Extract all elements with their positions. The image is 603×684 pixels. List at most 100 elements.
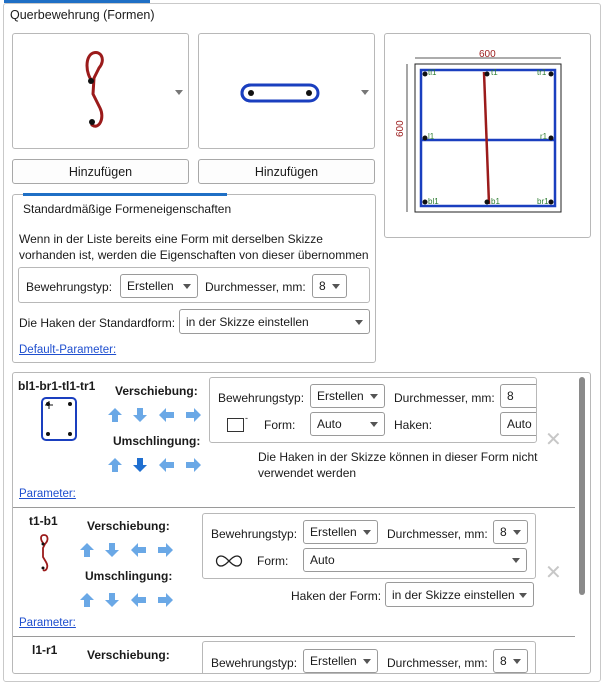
label-r1: r1	[540, 132, 548, 141]
s-hook-shape-icon	[85, 50, 104, 128]
standard-hook-select[interactable]: in der Skizze einstellen	[179, 309, 370, 334]
add-shape-2-button[interactable]: Hinzufügen	[198, 159, 375, 184]
item-2-type-select[interactable]: Erstellen	[303, 520, 378, 544]
item-2-form-label: Form:	[257, 554, 289, 568]
label-tl1: tl1	[428, 68, 437, 77]
item-3-type-value: Erstellen	[310, 654, 357, 668]
chevron-down-icon	[332, 284, 340, 289]
item-3-diameter-label: Durchmesser, mm:	[387, 656, 488, 670]
standard-type-label: Bewehrungstyp:	[26, 280, 113, 294]
dim-left-label: 600	[395, 120, 406, 137]
item-3-type-select[interactable]: Erstellen	[303, 649, 378, 673]
item-2-title: t1-b1	[29, 514, 58, 528]
item-2-wrap-label: Umschlingung:	[85, 569, 173, 583]
label-br1: br1	[537, 197, 549, 206]
chevron-down-icon	[363, 530, 371, 535]
default-parameters-link[interactable]: Default-Parameter:	[19, 344, 116, 356]
label-t1: t1	[491, 68, 498, 77]
shape-picker-s-hook[interactable]	[12, 33, 189, 149]
panel-title: Querbewehrung (Formen)	[10, 8, 155, 22]
item-1-type-select[interactable]: Erstellen	[310, 384, 385, 408]
standard-hook-value: in der Skizze einstellen	[186, 314, 309, 329]
item-1-note-line-2: verwendet werden	[258, 466, 357, 480]
standard-tab-label: Standardmäßige Formeneigenschaften	[23, 202, 232, 216]
item-2-shift-arrows	[80, 543, 173, 557]
item-1-shift-arrows	[108, 408, 201, 422]
standard-diameter-select[interactable]: 8	[312, 274, 347, 298]
item-3-shift-label: Verschiebung:	[87, 648, 170, 662]
standard-tab-accent	[23, 193, 227, 196]
shape-picker-closed-loop[interactable]	[198, 33, 375, 149]
standard-info-line-1: Wenn in der Liste bereits eine Form mit …	[19, 232, 323, 246]
item-2-delete-icon[interactable]: ✕	[545, 563, 562, 583]
chevron-down-icon	[183, 284, 191, 289]
item-3-diameter-select[interactable]: 8	[493, 649, 528, 673]
chevron-down-icon	[513, 530, 521, 535]
chevron-down-icon	[519, 592, 527, 598]
item-1-form-label: Form:	[264, 418, 296, 432]
form-preview-mark: -	[245, 413, 248, 423]
item-1-wrap-label: Umschlingung:	[113, 434, 201, 448]
item-1-hooks-label: Haken:	[394, 418, 433, 432]
dim-top-label: 600	[479, 49, 496, 60]
label-b1: b1	[491, 197, 500, 206]
s-hook-small-icon	[40, 534, 49, 572]
item-2-diameter-label: Durchmesser, mm:	[387, 527, 488, 541]
standard-info-line-2: vorhanden ist, werden die Eigenschaften …	[19, 248, 369, 262]
chevron-down-icon	[370, 422, 378, 427]
standard-diameter-value: 8	[319, 279, 326, 293]
chevron-down-icon	[370, 394, 378, 399]
item-1-form-value: Auto	[317, 417, 342, 431]
item-3-diameter-value: 8	[500, 654, 507, 668]
closed-stirrup-icon	[41, 397, 77, 441]
standard-hook-label: Die Haken der Standardform:	[19, 316, 176, 330]
standard-diameter-label: Durchmesser, mm:	[205, 280, 306, 294]
item-1-type-label: Bewehrungstyp:	[218, 391, 305, 405]
item-2-parameters-link[interactable]: Parameter:	[19, 617, 76, 629]
add-shape-1-button[interactable]: Hinzufügen	[12, 159, 189, 184]
item-1-hooks-select[interactable]: Auto	[500, 412, 536, 436]
item-2-diameter-value: 8	[500, 525, 507, 539]
item-2-wrap-arrows	[80, 593, 173, 607]
item-1-wrap-arrows	[108, 458, 201, 472]
item-2-form-select[interactable]: Auto	[303, 548, 527, 572]
chevron-down-icon	[363, 659, 371, 664]
item-separator	[13, 636, 575, 637]
item-1-diameter-select[interactable]: 8	[500, 384, 536, 408]
item-3-type-label: Bewehrungstyp:	[211, 656, 298, 670]
list-scrollbar-thumb[interactable]	[579, 377, 585, 595]
closed-loop-shape-icon	[240, 83, 320, 103]
item-1-title: bl1-br1-tl1-tr1	[18, 379, 96, 393]
chevron-down-icon	[355, 319, 363, 325]
item-1-delete-icon[interactable]: ✕	[545, 430, 562, 450]
standard-type-value: Erstellen	[127, 279, 174, 293]
standard-type-select[interactable]: Erstellen	[120, 274, 198, 298]
item-1-hooks-value: Auto	[507, 417, 532, 431]
shape-picker-1-chevron-down-icon[interactable]	[175, 90, 183, 95]
item-2-hook-form-value: in der Skizze einstellen	[392, 587, 515, 602]
item-2-form-value: Auto	[310, 553, 335, 567]
item-1-form-select[interactable]: Auto	[310, 412, 385, 436]
shape-list[interactable]: bl1-br1-tl1-tr1 Verschiebung: Umschlingu…	[12, 372, 591, 674]
item-2-shift-label: Verschiebung:	[87, 519, 170, 533]
item-1-type-value: Erstellen	[317, 389, 364, 403]
chevron-down-icon	[513, 659, 521, 664]
item-3-title: l1-r1	[32, 643, 58, 657]
loop-form-icon	[215, 555, 243, 567]
chevron-down-icon	[512, 558, 520, 563]
item-2-diameter-select[interactable]: 8	[493, 520, 528, 544]
form-preview-icon	[227, 418, 244, 432]
label-l1: l1	[428, 132, 435, 141]
item-2-type-value: Erstellen	[310, 525, 357, 539]
item-1-diameter-value: 8	[507, 389, 514, 403]
item-1-parameters-link[interactable]: Parameter:	[19, 488, 76, 500]
panel-tab-accent	[4, 0, 150, 3]
label-bl1: bl1	[428, 197, 439, 206]
item-1-diameter-label: Durchmesser, mm:	[394, 391, 495, 405]
item-2-hook-form-select[interactable]: in der Skizze einstellen	[385, 582, 534, 607]
item-2-type-label: Bewehrungstyp:	[211, 527, 298, 541]
item-1-note-line-1: Die Haken in der Skizze können in dieser…	[258, 450, 538, 464]
section-preview: 600 600 tl1 t1 tr1 l1 r1 bl1 b1 br1	[384, 33, 591, 238]
item-separator	[13, 507, 575, 508]
shape-picker-2-chevron-down-icon[interactable]	[361, 90, 369, 95]
